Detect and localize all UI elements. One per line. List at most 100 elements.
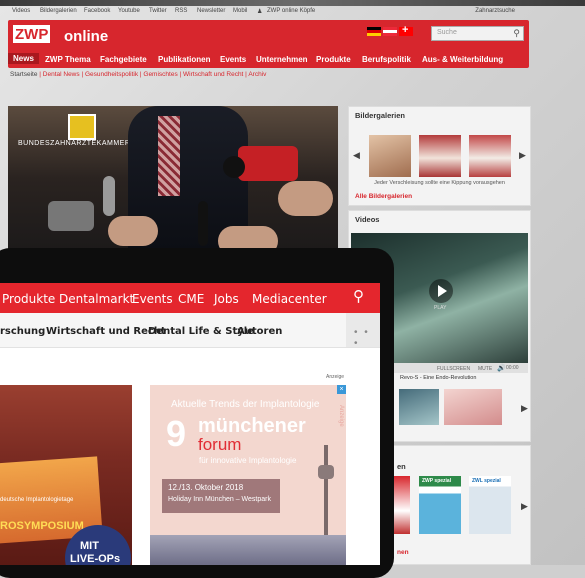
tablet-main-nav: Produkte Dentalmarkt Events CME Jobs Med… (0, 283, 380, 313)
tablet-nav-mediacenter[interactable]: Mediacenter (252, 292, 327, 306)
tablet-sub-nav: rschung Wirtschaft und Recht Dental Life… (0, 313, 380, 348)
chevron-right-icon[interactable]: ▶ (519, 150, 526, 161)
nav-item-zwp-thema[interactable]: ZWP Thema (45, 55, 91, 64)
nav-item-unternehmen[interactable]: Unternehmen (256, 55, 308, 64)
ad-venue: Holiday Inn München – Westpark (168, 496, 271, 503)
magazine-title: ZWP spezial (422, 478, 452, 484)
chevron-left-icon[interactable]: ◀ (353, 150, 360, 161)
mute-button[interactable]: MUTE (478, 366, 492, 372)
tablet-nav-dentalmarkt[interactable]: Dentalmarkt (59, 292, 134, 306)
ad-edition-number: 9 (166, 413, 187, 454)
hand-shape (108, 216, 158, 246)
olympic-tower-head (318, 465, 334, 479)
flag-austria-icon[interactable] (383, 27, 397, 36)
magazine-cover[interactable]: ZWL spezial (469, 476, 511, 534)
utility-link[interactable]: ZWP online Köpfe (267, 8, 315, 14)
videos-title: Videos (355, 215, 380, 224)
tablet-nav-produkte[interactable]: Produkte (2, 292, 55, 306)
ad-symposium-subtitle: deutsche Implantologietage (0, 497, 74, 503)
tablet-subnav-item[interactable]: Autoren (237, 326, 282, 337)
more-menu-icon[interactable]: • • • (354, 327, 380, 349)
utility-link[interactable]: Videos (12, 8, 30, 14)
language-flags (367, 24, 413, 36)
ad-side-label: Anzeige (338, 405, 344, 427)
tablet-nav-jobs[interactable]: Jobs (214, 292, 239, 306)
nav-item-fachgebiete[interactable]: Fachgebiete (100, 55, 147, 64)
utility-link[interactable]: Newsletter (197, 8, 225, 14)
main-nav: News ZWP Thema Fachgebiete Publikationen… (8, 53, 529, 68)
ad-date-box: 12./13. Oktober 2018 Holiday Inn München… (162, 479, 280, 513)
flag-switzerland-icon[interactable] (399, 24, 413, 36)
bzaek-emblem-icon (68, 114, 96, 140)
search-icon[interactable]: ⚲ (513, 28, 520, 39)
gallery-thumb[interactable] (369, 135, 411, 177)
ad-subtitle: für innovative Implantologie (199, 456, 297, 465)
subnav-item[interactable]: Gemischtes (143, 71, 177, 78)
gallery-thumb[interactable] (469, 135, 511, 177)
tablet-subnav-item[interactable]: rschung (0, 326, 45, 337)
site-header: ZWP online Suche ⚲ News ZWP Thema Fachge… (8, 20, 529, 68)
utility-link[interactable]: Twitter (149, 8, 167, 14)
video-title[interactable]: Revo-S - Eine Endo-Revolution (400, 375, 476, 381)
utility-link[interactable]: Bildergalerien (40, 8, 77, 14)
video-thumb[interactable] (444, 389, 502, 425)
play-label: PLAY (434, 305, 447, 311)
hero-image[interactable]: BUNDESZAHNÄRZTEKAMMER (8, 106, 338, 251)
ad-trend-text: Aktuelle Trends der Implantologie (171, 399, 320, 410)
magazines-title: en (397, 462, 406, 471)
all-galleries-link[interactable]: Alle Bildergalerien (355, 193, 412, 200)
play-icon[interactable] (429, 279, 453, 303)
magazine-cover[interactable]: ZWP spezial (419, 476, 461, 534)
zwp-logo[interactable]: ZWP (13, 25, 51, 43)
bzaek-logo-text: BUNDESZAHNÄRZTEKAMMER (18, 140, 131, 147)
gallery-title: Bildergalerien (355, 111, 406, 120)
nav-item-berufspolitik[interactable]: Berufspolitik (362, 55, 411, 64)
ad-title-forum: forum (198, 435, 242, 454)
gallery-box: Bildergalerien ◀ ▶ Jeder Verschleisung s… (348, 106, 531, 206)
ad-banner-symposium[interactable]: deutsche Implantologietage ROSYMPOSIUM M… (0, 385, 132, 565)
tablet-nav-cme[interactable]: CME (178, 292, 204, 306)
nav-item-news[interactable]: News (8, 53, 39, 64)
nav-item-publikationen[interactable]: Publikationen (158, 55, 210, 64)
microphone-icon (198, 201, 208, 246)
bundeszahnaerztekammer-logo: BUNDESZAHNÄRZTEKAMMER (18, 114, 138, 159)
utility-link[interactable]: RSS (175, 8, 187, 14)
logo-online-text: online (64, 28, 109, 45)
ad-close-icon[interactable]: × (337, 385, 346, 394)
nav-item-aus-weiterbildung[interactable]: Aus- & Weiterbildung (422, 55, 503, 64)
utility-link[interactable]: Facebook (84, 8, 110, 14)
subnav-item[interactable]: Startseite (10, 71, 37, 78)
nav-item-events[interactable]: Events (220, 55, 246, 64)
ad-banner-muenchener-forum[interactable]: × Anzeige Aktuelle Trends der Implantolo… (150, 385, 346, 565)
dentist-search-link[interactable]: Zahnarztsuche (475, 8, 515, 14)
nav-item-produkte[interactable]: Produkte (316, 55, 351, 64)
microphone-icon (223, 156, 245, 178)
badge-line1: MIT (80, 540, 99, 552)
flag-germany-icon[interactable] (367, 27, 381, 36)
tablet-screen: Produkte Dentalmarkt Events CME Jobs Med… (0, 283, 380, 565)
search-icon: ⚲ (353, 288, 364, 305)
gallery-thumb[interactable] (419, 135, 461, 177)
subnav-item[interactable]: Gesundheitspolitik (85, 71, 138, 78)
search-input[interactable]: Suche ⚲ (431, 26, 524, 41)
all-magazines-link[interactable]: nen (397, 549, 409, 556)
chevron-right-icon[interactable]: ▶ (521, 403, 528, 414)
subnav-item[interactable]: Archiv (248, 71, 266, 78)
hand-shape (278, 181, 333, 216)
magazine-cover[interactable] (394, 476, 410, 534)
magazine-title: ZWL spezial (472, 478, 501, 484)
utility-link[interactable]: Youtube (118, 8, 140, 14)
city-skyline (150, 535, 346, 565)
fullscreen-button[interactable]: FULLSCREEN (437, 366, 470, 372)
volume-icon[interactable]: 🔊 (497, 364, 506, 372)
tablet-nav-events[interactable]: Events (132, 292, 173, 306)
subnav-item[interactable]: Dental News (43, 71, 80, 78)
tablet-search-button[interactable]: ⚲ (345, 283, 380, 313)
utility-link[interactable]: Mobil (233, 8, 247, 14)
video-thumb[interactable] (399, 389, 439, 425)
breadcrumb: Startseite | Dental News | Gesundheitspo… (10, 71, 267, 78)
subnav-item[interactable]: Wirtschaft und Recht (183, 71, 243, 78)
chevron-right-icon[interactable]: ▶ (521, 501, 528, 512)
user-icon: ♟ (257, 9, 263, 15)
ad-label: Anzeige (326, 374, 345, 380)
